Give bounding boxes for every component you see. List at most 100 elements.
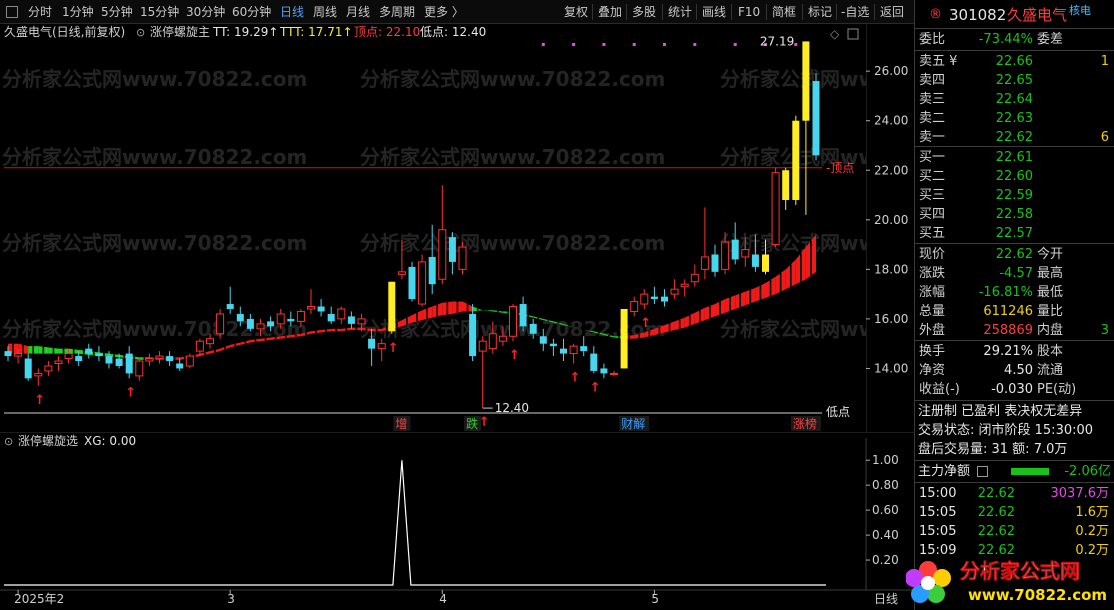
candle-body	[661, 296, 668, 302]
overlay-button[interactable]: 叠加	[598, 4, 622, 20]
candle-body	[14, 353, 23, 357]
candle-body	[75, 356, 83, 362]
stat-value: 22.62	[995, 247, 1033, 262]
candle-body	[600, 368, 608, 374]
ask-row: 卖一 22.62 6	[915, 128, 1114, 147]
maximize-icon	[847, 28, 859, 40]
stat-label-2: 今开	[1037, 247, 1064, 262]
signal-marker	[632, 43, 636, 46]
price-tick-label: 26.00	[874, 64, 908, 78]
candle-body	[478, 340, 487, 352]
candle-body	[317, 306, 325, 312]
fund-value: 4.50	[1004, 363, 1033, 378]
candle-body	[135, 360, 144, 377]
candle-body	[125, 353, 133, 374]
site-logo: 分析家公式网 www.70822.com	[906, 559, 1107, 604]
buy-arrow-icon: ↑	[509, 348, 520, 363]
candle-body	[690, 273, 699, 283]
tab-multi-period[interactable]: 多周期	[379, 4, 415, 20]
tick-time: 15:05	[919, 524, 957, 539]
ask-volume: 6	[1100, 130, 1109, 145]
candle-body	[448, 237, 456, 262]
candle-body	[115, 358, 123, 366]
tab-15min[interactable]: 15分钟	[140, 4, 179, 20]
more-menu[interactable]: 更多 〉	[424, 4, 464, 20]
candle-body	[650, 296, 658, 300]
stat-label: 涨跌	[919, 266, 946, 281]
sub-tick-label: 0.20	[872, 553, 899, 567]
tick-row: 15:05 22.62 1.6万	[915, 503, 1114, 522]
candle-body	[580, 346, 588, 352]
candle-body	[509, 306, 517, 337]
tick-price: 22.62	[977, 524, 1015, 539]
tick-row: 15:00 22.62 3037.6万	[915, 484, 1114, 503]
buy-arrow-icon: ↑	[640, 316, 651, 331]
sector-badge[interactable]: 核电	[1069, 0, 1091, 22]
draw-line-button[interactable]: 画线	[702, 4, 726, 20]
f10-button[interactable]: F10	[738, 4, 760, 20]
price-tick-label: 22.00	[874, 163, 908, 177]
remove-watchlist-button[interactable]: -自选	[841, 4, 869, 20]
bid-price: 22.60	[995, 169, 1033, 184]
bid-label: 买五	[919, 226, 946, 241]
ask-label: 卖三	[919, 92, 946, 107]
candlestick-chart[interactable]: 分析家公式网www.70822.com 分析家公式网www.70822.com 分析…	[0, 24, 866, 432]
ask-row: 卖二 22.63	[915, 109, 1114, 128]
tab-1min[interactable]: 1分钟	[62, 4, 94, 20]
signal-marker	[693, 43, 697, 46]
tick-volume: 3037.6万	[1050, 486, 1110, 501]
ask-row: 卖五 ¥ 22.66 1	[915, 52, 1114, 71]
layout-icon[interactable]	[6, 6, 18, 18]
fund-label-2: 流通	[1037, 363, 1064, 378]
candle-body	[195, 340, 204, 352]
stat-label-2: 量比	[1037, 304, 1064, 319]
candle-body	[95, 353, 103, 357]
candle-body	[185, 355, 194, 367]
back-button[interactable]: 返回	[880, 4, 904, 20]
tab-weekly[interactable]: 周线	[313, 4, 337, 20]
top-line-label: -顶点	[826, 161, 854, 175]
alarm-icon[interactable]: ®	[929, 4, 942, 26]
candle-body	[590, 353, 598, 371]
candle-body	[267, 321, 275, 327]
candle-body	[620, 308, 628, 369]
watermark-text: 分析家公式网www.70822.com	[360, 67, 665, 91]
fund-row: 收益(-) -0.030 PE(动)	[915, 380, 1114, 399]
mark-button[interactable]: 标记	[808, 4, 832, 20]
signal-marker	[663, 43, 666, 46]
candle-body	[54, 360, 63, 364]
tab-30min[interactable]: 30分钟	[186, 4, 225, 20]
candle-body	[388, 281, 396, 332]
tab-5min[interactable]: 5分钟	[101, 4, 133, 20]
candle-body	[4, 351, 12, 357]
tick-volume: 1.6万	[1075, 505, 1109, 520]
candle-body	[741, 249, 750, 258]
x-tick-label: 4	[439, 592, 447, 606]
candle-body	[236, 313, 244, 322]
multi-stock-button[interactable]: 多股	[632, 4, 656, 20]
candle-body	[721, 241, 730, 270]
indicator-toggle-icon: ⊙	[4, 435, 13, 448]
low-label: 低点: 12.40	[420, 25, 486, 39]
xg-indicator-chart[interactable]: ⊙ 涨停螺旋选 XG: 0.00 1.00 0.80 0.60 0.40 0.20 2025年2…	[0, 432, 914, 610]
tick-time: 15:05	[919, 505, 957, 520]
tab-fenshi[interactable]: 分时	[28, 4, 52, 20]
fund-label: 收益(-)	[919, 382, 960, 397]
stat-label: 外盘	[919, 323, 946, 338]
tab-monthly[interactable]: 月线	[346, 4, 370, 20]
list-icon[interactable]	[977, 466, 988, 477]
simple-frame-button[interactable]: 简框	[772, 4, 796, 20]
fuquan-button[interactable]: 复权	[564, 4, 588, 20]
candle-body	[307, 306, 315, 310]
candle-body	[24, 358, 32, 379]
candle-body	[610, 372, 618, 375]
candle-body	[802, 41, 810, 121]
stats-button[interactable]: 统计	[668, 4, 692, 20]
tab-daily[interactable]: 日线	[280, 4, 304, 20]
fund-row: 换手 29.21% 股本	[915, 342, 1114, 361]
candle-body	[44, 365, 53, 372]
sub-tick-label: 0.60	[872, 503, 899, 517]
candle-body	[296, 310, 305, 322]
tab-60min[interactable]: 60分钟	[232, 4, 271, 20]
stat-row: 现价 22.62 今开	[915, 245, 1114, 264]
